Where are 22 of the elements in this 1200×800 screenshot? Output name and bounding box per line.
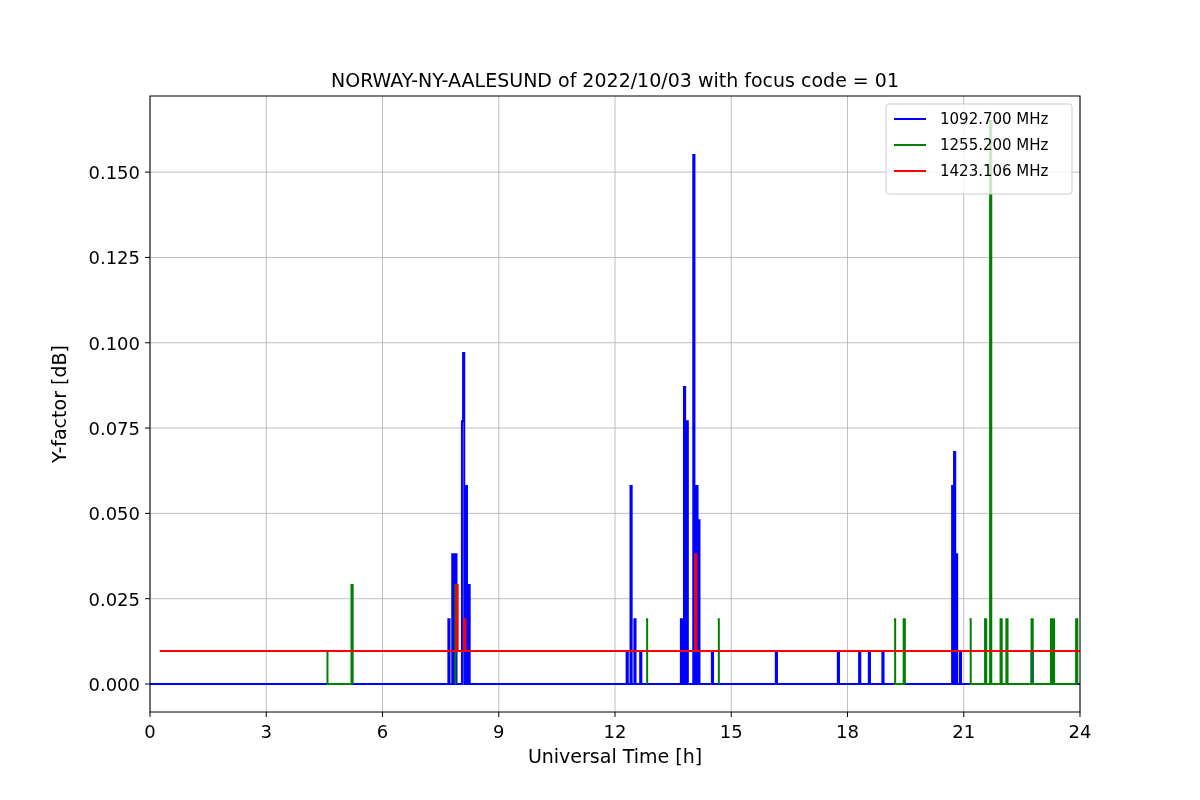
tick-label: 0.100 <box>88 332 140 354</box>
axis-label: Y-factor [dB] <box>48 345 70 463</box>
tick-label: 21 <box>952 721 976 742</box>
tick-label: 0.050 <box>88 503 140 525</box>
legend-label: 1423.106 MHz <box>940 162 1049 180</box>
legend-label: 1255.200 MHz <box>940 136 1049 154</box>
tick-label: 0 <box>144 721 156 742</box>
tick-label: 0.125 <box>88 247 140 269</box>
tick-label: 0.000 <box>88 674 140 695</box>
tick-label: 0.150 <box>88 162 140 184</box>
tick-label: 15 <box>719 721 743 742</box>
tick-label: 24 <box>1068 721 1092 742</box>
chart-title: NORWAY-NY-AALESUND of 2022/10/03 with focus code = 01 <box>331 69 899 91</box>
axis-label: Universal Time [h] <box>527 745 703 767</box>
tick-label: 0.025 <box>88 588 140 610</box>
tick-label: 12 <box>603 721 627 742</box>
tick-label: 18 <box>836 721 859 742</box>
tick-label: 3 <box>260 721 272 742</box>
legend-label: 1092.700 MHz <box>940 110 1049 128</box>
tick-label: 6 <box>376 721 389 742</box>
tick-label: 0.075 <box>88 418 140 440</box>
tick-label: 9 <box>493 721 505 742</box>
